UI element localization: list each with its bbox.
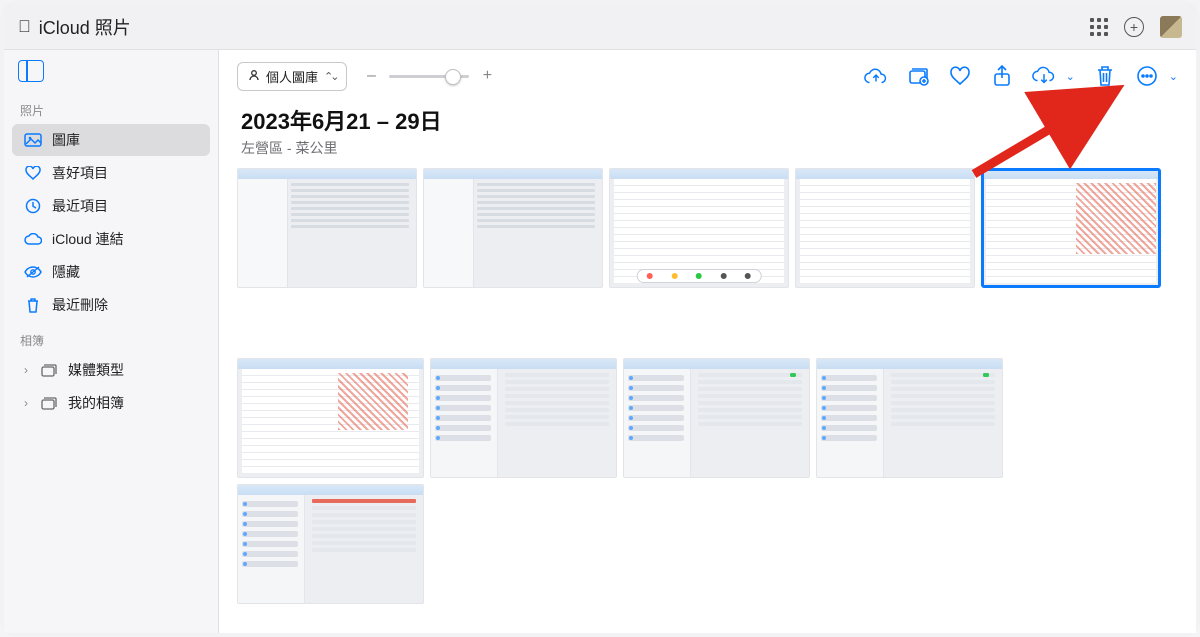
sidebar: 照片 圖庫 喜好項目 最近項目 iCloud 連結: [4, 50, 219, 633]
photo-thumbnail[interactable]: [237, 358, 424, 478]
section-heading: 2023年6月21 – 29日 左營區 - 菜公里: [219, 102, 1196, 168]
zoom-in-button[interactable]: +: [479, 67, 495, 85]
sidebar-item-recents[interactable]: 最近項目: [12, 190, 210, 222]
sidebar-section-photos: 照片: [4, 92, 218, 123]
toolbar: 個人圖庫 ⌃⌄ – +: [219, 50, 1196, 102]
photo-thumbnail[interactable]: [237, 168, 417, 288]
sidebar-item-label: 最近項目: [52, 196, 108, 216]
sidebar-item-label: 媒體類型: [68, 360, 124, 380]
download-cloud-button[interactable]: [1032, 64, 1056, 88]
app-topbar:  iCloud 照片 +: [4, 4, 1196, 50]
trash-icon: [24, 297, 42, 313]
upload-cloud-button[interactable]: [864, 64, 888, 88]
date-range-title: 2023年6月21 – 29日: [241, 104, 1174, 136]
more-button[interactable]: [1135, 64, 1159, 88]
chevron-right-icon: ›: [24, 363, 30, 377]
sidebar-item-library[interactable]: 圖庫: [12, 124, 210, 156]
app-launcher-icon[interactable]: [1090, 18, 1108, 36]
sidebar-item-label: 圖庫: [52, 130, 80, 150]
sidebar-item-hidden[interactable]: 隱藏: [12, 256, 210, 288]
updown-chevron-icon: ⌃⌄: [324, 70, 336, 83]
sidebar-item-label: 喜好項目: [52, 163, 108, 183]
sidebar-item-label: 最近刪除: [52, 295, 108, 315]
sidebar-item-my-albums[interactable]: › 我的相簿: [12, 387, 210, 419]
delete-button[interactable]: [1093, 64, 1117, 88]
sidebar-section-albums: 相簿: [4, 322, 218, 353]
add-album-button[interactable]: [906, 64, 930, 88]
cloud-icon: [24, 233, 42, 245]
photo-thumbnail[interactable]: [430, 358, 617, 478]
add-button[interactable]: +: [1124, 17, 1144, 37]
apple-logo-icon: : [18, 17, 31, 37]
clock-icon: [24, 198, 42, 214]
chevron-down-icon[interactable]: ⌄: [1169, 70, 1178, 83]
chevron-right-icon: ›: [24, 396, 30, 410]
chevron-down-icon[interactable]: ⌄: [1066, 70, 1075, 83]
main-content: 個人圖庫 ⌃⌄ – +: [219, 50, 1196, 633]
photo-thumbnail[interactable]: [623, 358, 810, 478]
sidebar-item-label: iCloud 連結: [52, 229, 124, 249]
sidebar-item-label: 我的相簿: [68, 393, 124, 413]
library-selector[interactable]: 個人圖庫 ⌃⌄: [237, 62, 347, 91]
sidebar-item-label: 隱藏: [52, 262, 80, 282]
location-subtitle: 左營區 - 菜公里: [241, 138, 1174, 158]
library-selector-label: 個人圖庫: [266, 67, 318, 86]
library-icon: [24, 133, 42, 147]
photo-thumbnail[interactable]: [237, 484, 424, 604]
sidebar-item-recently-deleted[interactable]: 最近刪除: [12, 289, 210, 321]
album-stack-icon: [40, 396, 58, 410]
photo-thumbnail[interactable]: [795, 168, 975, 288]
sidebar-item-favorites[interactable]: 喜好項目: [12, 157, 210, 189]
share-button[interactable]: [990, 64, 1014, 88]
zoom-out-button[interactable]: –: [363, 67, 379, 85]
heart-icon: [24, 166, 42, 180]
zoom-control: – +: [363, 67, 495, 85]
account-avatar[interactable]: [1160, 16, 1182, 38]
photo-thumbnail[interactable]: [423, 168, 603, 288]
favorite-button[interactable]: [948, 64, 972, 88]
photo-thumbnail[interactable]: [816, 358, 1003, 478]
photo-thumbnail-selected[interactable]: [981, 168, 1161, 288]
sidebar-item-icloud-links[interactable]: iCloud 連結: [12, 223, 210, 255]
album-stack-icon: [40, 363, 58, 377]
eye-slash-icon: [24, 266, 42, 278]
photo-grid: 01:10 23:47 23:48: [237, 168, 1178, 633]
sidebar-item-media-types[interactable]: › 媒體類型: [12, 354, 210, 386]
person-icon: [248, 69, 260, 84]
photo-thumbnail[interactable]: [609, 168, 789, 288]
app-title: iCloud 照片: [39, 14, 131, 40]
sidebar-toggle-icon[interactable]: [18, 60, 44, 82]
zoom-slider[interactable]: [389, 75, 469, 78]
